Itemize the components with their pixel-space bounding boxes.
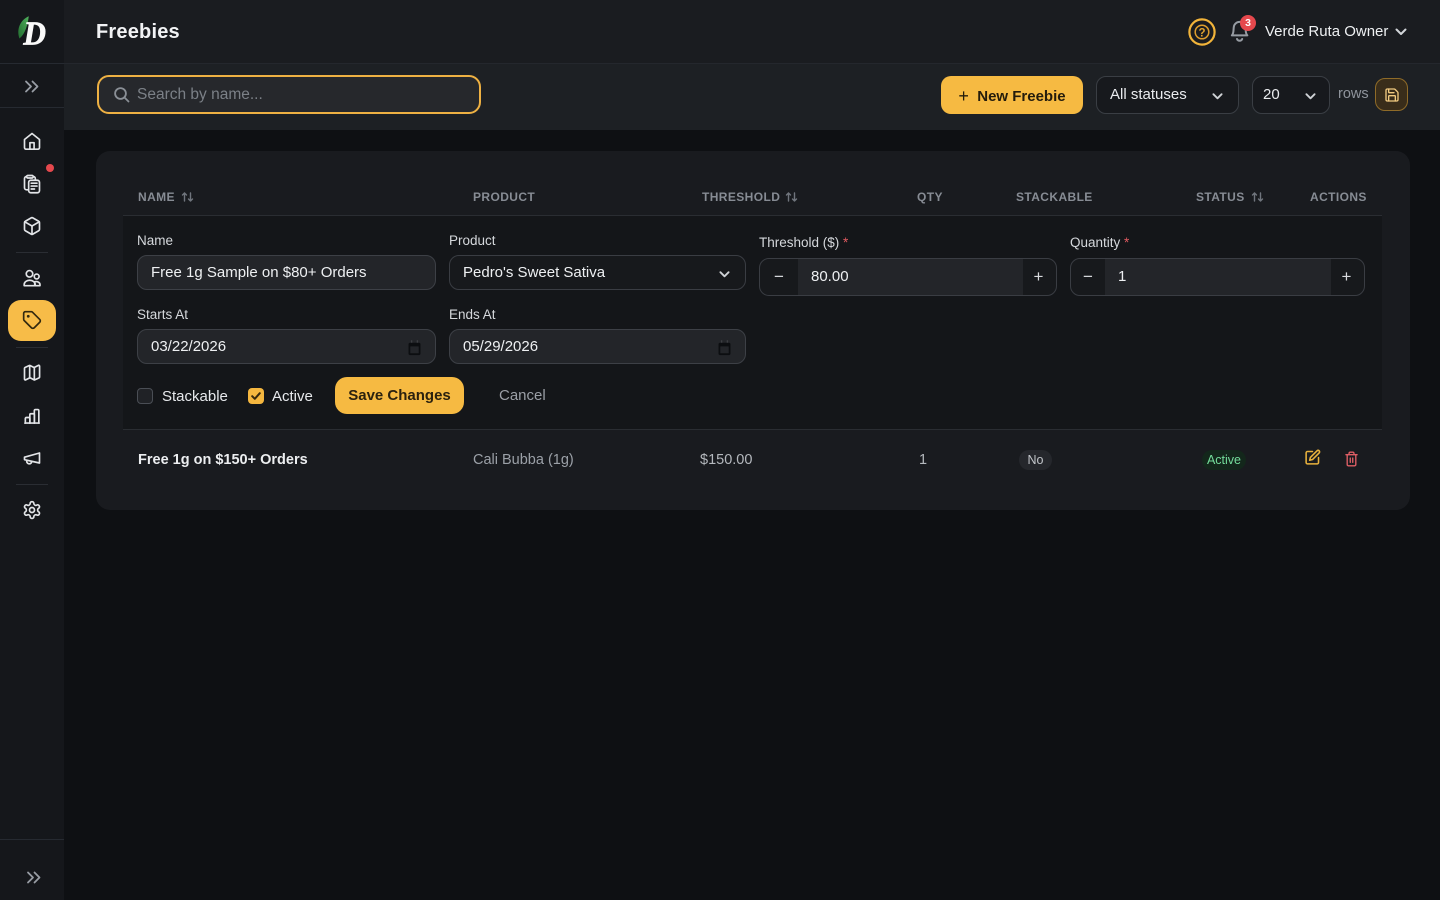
svg-text:D: D: [22, 15, 46, 48]
svg-text:?: ?: [1198, 27, 1205, 39]
